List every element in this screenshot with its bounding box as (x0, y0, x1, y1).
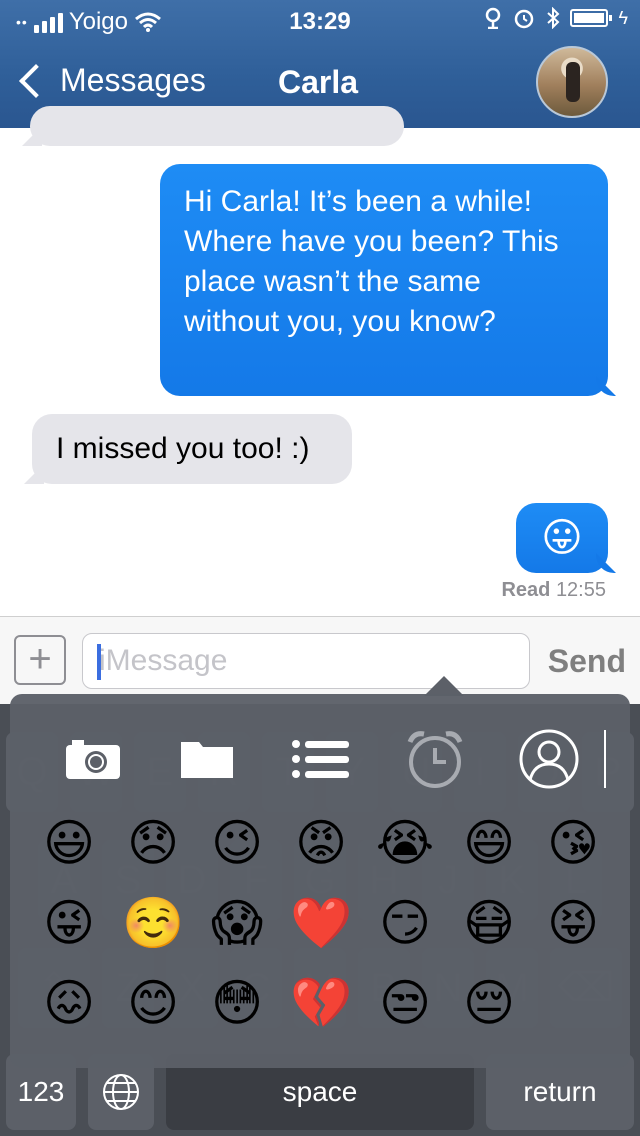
message-placeholder: iMessage (99, 644, 228, 677)
tool-row (10, 724, 630, 794)
add-attachment-button[interactable]: + (14, 635, 66, 685)
battery-icon (570, 9, 613, 27)
read-label: Read (501, 579, 551, 601)
message-emoji: 😛 (541, 516, 583, 560)
back-button[interactable]: Messages (14, 62, 206, 99)
composer-bar: + iMessage Send (0, 616, 640, 704)
message-text: Hi Carla! It’s been a while! Where have … (184, 185, 559, 338)
list-button[interactable] (286, 724, 356, 794)
contact-icon (519, 729, 579, 789)
popup-arrow (424, 676, 464, 696)
avatar-figure (566, 62, 580, 102)
emoji-key[interactable]: 😱 (206, 892, 268, 954)
emoji-key[interactable]: ☺️ (122, 892, 184, 954)
page-title: Carla (278, 64, 359, 100)
alarm-status-icon (515, 9, 534, 29)
emoji-key[interactable]: 😘 (542, 812, 604, 874)
bluetooth-icon (547, 7, 560, 29)
scroll-indicator (604, 730, 606, 788)
emoji-key[interactable]: 😄 (458, 812, 520, 874)
emoji-key[interactable]: 😉 (206, 812, 268, 874)
read-time: 12:55 (555, 579, 606, 601)
quick-panel: 😃 😞 😉 😡 😭 😄 😘 😜 ☺️ 😱 ❤️ 😏 😷 😝 😖 😊 😳 💔 😒 … (10, 694, 630, 1068)
emoji-key[interactable]: 😊 (122, 972, 184, 1034)
read-receipt: Read 12:55 (501, 579, 606, 602)
emoji-key[interactable]: 😳 (206, 972, 268, 1034)
conversation[interactable]: Hi Carla! It’s been a while! Where have … (0, 106, 640, 618)
message-bubble-outgoing[interactable]: Hi Carla! It’s been a while! Where have … (160, 164, 616, 396)
status-right: ϟ (484, 6, 628, 30)
emoji-key[interactable]: 😃 (38, 812, 100, 874)
message-text: I missed you too! :) (56, 432, 310, 465)
camera-button[interactable] (58, 724, 128, 794)
alarm-icon (407, 731, 463, 788)
message-bubble-incoming[interactable]: I missed you too! :) (24, 414, 352, 484)
emoji-key[interactable]: ❤️ (290, 892, 352, 954)
emoji-key[interactable]: 😖 (38, 972, 100, 1034)
contact-avatar[interactable] (536, 46, 608, 118)
emoji-key[interactable]: 😝 (542, 892, 604, 954)
contact-button[interactable] (514, 724, 584, 794)
emoji-key[interactable]: 💔 (290, 972, 352, 1034)
folder-icon (181, 742, 233, 778)
bubble-tail (24, 464, 44, 484)
chevron-left-icon (19, 63, 53, 98)
emoji-key[interactable]: 😡 (290, 812, 352, 874)
message-bubble-outgoing[interactable]: 😛 (516, 503, 616, 573)
emoji-key[interactable]: 😭 (374, 812, 436, 874)
list-icon (292, 740, 349, 778)
emoji-key[interactable]: 😔 (458, 972, 520, 1034)
emoji-key[interactable]: 😏 (374, 892, 436, 954)
alarm-button[interactable] (400, 724, 470, 794)
status-bar: •• Yoigo 13:29 ϟ (0, 0, 640, 40)
emoji-key[interactable]: 😒 (374, 972, 436, 1034)
emoji-key[interactable]: 😷 (458, 892, 520, 954)
emoji-key[interactable]: 😜 (38, 892, 100, 954)
message-bubble-partial (22, 106, 404, 146)
charging-icon: ϟ (618, 7, 628, 28)
emoji-key[interactable]: 😞 (122, 812, 184, 874)
camera-icon (66, 740, 120, 779)
back-label: Messages (60, 62, 206, 98)
send-button[interactable]: Send (548, 643, 626, 680)
folder-button[interactable] (172, 724, 242, 794)
bubble-tail (596, 553, 616, 573)
location-icon (486, 7, 501, 29)
globe-icon (103, 1074, 139, 1110)
bubble-tail (596, 376, 616, 396)
